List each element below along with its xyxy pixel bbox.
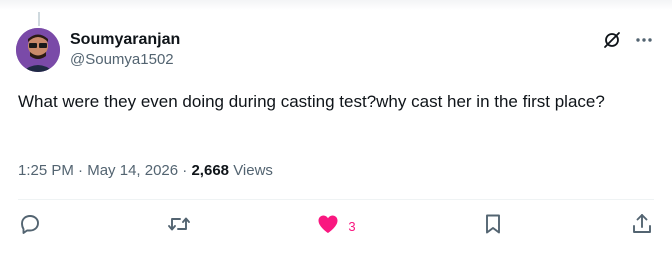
grok-icon[interactable]	[602, 30, 622, 50]
reply-button[interactable]	[18, 212, 42, 241]
meta-separator: ·	[182, 162, 188, 179]
views-label: Views	[233, 162, 273, 179]
share-icon	[630, 212, 654, 241]
views-count: 2,668	[191, 162, 230, 179]
tweet-time[interactable]: 1:25 PM	[18, 162, 74, 179]
divider	[18, 199, 654, 200]
share-button[interactable]	[630, 212, 654, 241]
thread-connector-line	[38, 12, 40, 26]
retweet-button[interactable]	[167, 212, 191, 241]
previous-tweet-fade	[0, 0, 672, 10]
reply-icon	[18, 212, 42, 241]
bookmark-button[interactable]	[481, 212, 505, 241]
more-icon[interactable]	[634, 30, 654, 50]
like-icon	[316, 212, 340, 241]
tweet-date[interactable]: May 14, 2026	[87, 162, 178, 179]
user-handle[interactable]: @Soumya1502	[70, 50, 180, 70]
tweet-text: What were they even doing during casting…	[18, 92, 605, 111]
like-button[interactable]: 3	[316, 212, 356, 241]
meta-separator: ·	[78, 162, 84, 179]
tweet-metadata: 1:25 PM · May 14, 2026 · 2,668 Views	[18, 161, 273, 181]
retweet-icon	[167, 212, 191, 241]
display-name[interactable]: Soumyaranjan	[70, 30, 180, 50]
bookmark-icon	[481, 212, 505, 241]
action-bar: 3	[18, 212, 654, 241]
avatar-image	[16, 28, 60, 72]
like-count: 3	[348, 219, 356, 234]
avatar[interactable]	[16, 28, 60, 72]
